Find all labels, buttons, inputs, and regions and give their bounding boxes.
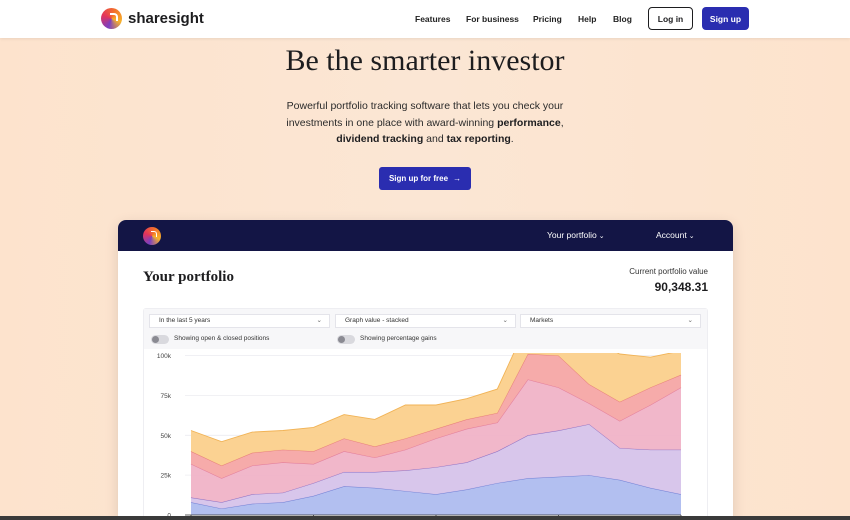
app-logo-icon[interactable]	[143, 227, 161, 245]
menu-your-portfolio-label: Your portfolio	[547, 230, 597, 240]
markets-select-value: Markets	[530, 317, 554, 324]
arrow-right-icon: →	[453, 174, 462, 183]
nav-features[interactable]: Features	[415, 14, 450, 24]
chart-panel: In the last 5 years ⌄ Graph value - stack…	[143, 308, 708, 520]
portfolio-value-label: Current portfolio value	[629, 267, 708, 276]
portfolio-chart: 025k50k75k100k	[157, 353, 682, 520]
hero-sub-text: and	[423, 133, 447, 145]
chevron-down-icon: ⌄	[687, 317, 693, 324]
hero-sub-text: ,	[560, 116, 564, 129]
menu-account[interactable]: Account ⌄	[656, 230, 695, 240]
y-tick-label: 25k	[161, 473, 172, 480]
toggle-percentage-gains-label: Showing percentage gains	[360, 335, 437, 342]
y-tick-label: 100k	[157, 353, 172, 360]
y-tick-label: 75k	[161, 393, 172, 400]
portfolio-title: Your portfolio	[143, 269, 234, 285]
menu-account-label: Account	[656, 230, 687, 240]
chevron-down-icon: ⌄	[316, 317, 322, 324]
markets-select[interactable]: Markets ⌄	[520, 314, 701, 328]
nav-for-business[interactable]: For business	[466, 14, 519, 24]
chart-filters: In the last 5 years ⌄ Graph value - stack…	[144, 309, 707, 349]
nav-blog[interactable]: Blog	[613, 14, 632, 24]
hero-sub-text: .	[510, 133, 514, 145]
brand-logo[interactable]: sharesight	[101, 8, 204, 29]
app-navbar: Your portfolio ⌄ Account ⌄	[118, 220, 733, 251]
signup-button[interactable]: Sign up	[702, 7, 749, 30]
app-preview: Your portfolio ⌄ Account ⌄ Your portfolio …	[118, 220, 733, 520]
chevron-down-icon: ⌄	[598, 233, 605, 240]
brand-name: sharesight	[128, 10, 204, 27]
toggle-open-closed-label: Showing open & closed positions	[174, 335, 270, 342]
hero-title: Be the smarter investor	[285, 44, 565, 77]
login-button[interactable]: Log in	[648, 7, 693, 30]
sharesight-logo-icon	[101, 8, 122, 29]
signup-free-button[interactable]: Sign up for free →	[379, 167, 471, 190]
bottom-strip	[0, 516, 850, 520]
nav-pricing[interactable]: Pricing	[533, 14, 562, 24]
hero-sub-dividend: dividend tracking	[336, 133, 424, 145]
chevron-down-icon: ⌄	[502, 317, 508, 324]
toggle-percentage-gains[interactable]	[337, 335, 355, 344]
signup-free-label: Sign up for free	[388, 174, 449, 183]
portfolio-value: 90,348.31	[654, 280, 708, 294]
hero-sub-performance: performance	[497, 116, 561, 129]
hero-sub-tax: tax reporting	[446, 133, 511, 145]
nav-help[interactable]: Help	[578, 14, 596, 24]
graph-select-value: Graph value - stacked	[345, 317, 409, 324]
menu-your-portfolio[interactable]: Your portfolio ⌄	[547, 230, 605, 240]
site-header: sharesight Features For business Pricing…	[0, 0, 850, 38]
toggle-open-closed[interactable]	[151, 335, 169, 344]
period-select[interactable]: In the last 5 years ⌄	[149, 314, 330, 328]
chevron-down-icon: ⌄	[688, 233, 695, 240]
period-select-value: In the last 5 years	[159, 317, 211, 324]
graph-select[interactable]: Graph value - stacked ⌄	[335, 314, 516, 328]
hero-subtitle: Powerful portfolio tracking software tha…	[270, 98, 580, 148]
y-tick-label: 50k	[161, 433, 172, 440]
